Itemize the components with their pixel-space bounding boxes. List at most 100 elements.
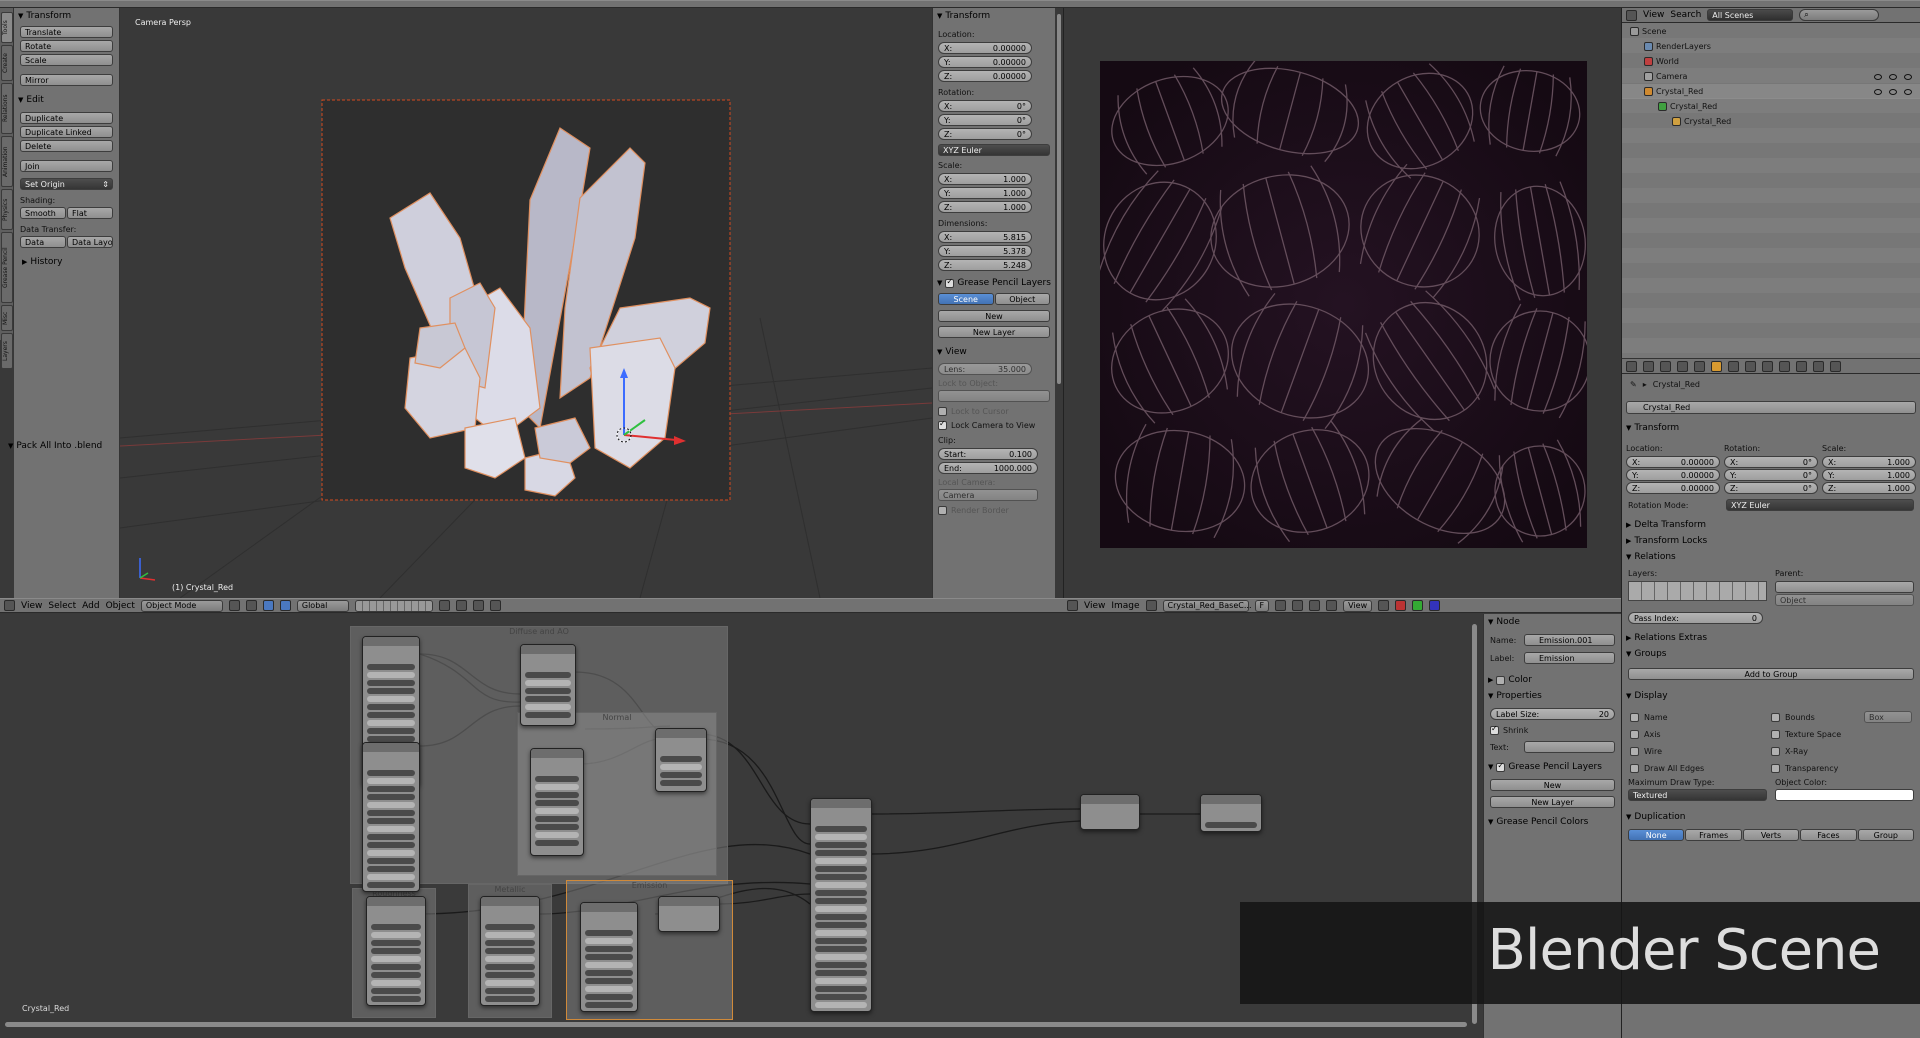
unlink-image-icon[interactable]: [1309, 600, 1321, 611]
prop-rotation-z[interactable]: Z: 0°: [1724, 482, 1818, 494]
roughness-image-texture-node[interactable]: [366, 896, 426, 1006]
image-view-dropdown[interactable]: View: [1343, 599, 1373, 612]
n-location-x[interactable]: X: 0.00000: [938, 42, 1032, 54]
image-browse-icon[interactable]: [1145, 600, 1157, 611]
render-border-checkbox[interactable]: [938, 506, 947, 515]
node-color-checkbox[interactable]: [1496, 675, 1506, 685]
outliner-type-icon[interactable]: [1626, 9, 1637, 21]
eye-icon[interactable]: [1874, 88, 1882, 95]
edit-section-header[interactable]: ▼ Edit: [14, 92, 119, 108]
duplicate-linked-button[interactable]: Duplicate Linked: [20, 126, 113, 138]
tool-tab-physics[interactable]: Physics: [1, 189, 13, 230]
n-dimension-z[interactable]: Z: 5.248: [938, 259, 1032, 271]
node-properties-header[interactable]: ▼ Properties: [1484, 688, 1621, 704]
node-gp-checkbox[interactable]: [1496, 762, 1506, 772]
n-camera-field[interactable]: Camera: [938, 489, 1038, 501]
lock-to-cursor-checkbox[interactable]: [938, 407, 947, 416]
layers-grid[interactable]: [354, 599, 433, 612]
rotate-button[interactable]: Rotate: [20, 40, 113, 52]
image-view-menu[interactable]: View: [1084, 601, 1105, 611]
n-scale-z[interactable]: Z: 1.000: [938, 201, 1032, 213]
display-axis-checkbox[interactable]: [1630, 729, 1639, 739]
mode-dropdown[interactable]: Object Mode: [140, 599, 223, 612]
relations-extras-header[interactable]: ▶ Relations Extras: [1622, 630, 1920, 646]
node-gp-colors-header[interactable]: ▼ Grease Pencil Colors: [1484, 814, 1621, 830]
pass-index-field[interactable]: Pass Index: 0: [1628, 612, 1763, 624]
cursor-icon[interactable]: [1889, 88, 1897, 95]
properties-type-icon[interactable]: [1626, 360, 1637, 372]
n-rotation-mode-dropdown[interactable]: XYZ Euler: [938, 144, 1050, 156]
parent-type-dropdown[interactable]: Object: [1775, 594, 1914, 606]
object-menu[interactable]: Object: [106, 601, 135, 611]
display-bounds-checkbox[interactable]: [1771, 712, 1780, 722]
image-editor[interactable]: [1063, 8, 1621, 598]
node-gp-layers-header[interactable]: ▼Grease Pencil Layers: [1484, 759, 1621, 775]
gp-new-button[interactable]: New: [938, 310, 1050, 322]
red-channel-icon[interactable]: [1395, 600, 1407, 611]
render-tab-icon[interactable]: [1643, 360, 1654, 372]
text-field[interactable]: [1524, 741, 1615, 753]
node-color-header[interactable]: ▶ Color: [1484, 672, 1621, 688]
world-tab-icon[interactable]: [1694, 360, 1705, 372]
prop-transform-header[interactable]: ▼ Transform: [1622, 420, 1920, 436]
orientation-dropdown[interactable]: Global: [296, 599, 349, 612]
green-channel-icon[interactable]: [1412, 600, 1424, 611]
outliner-item[interactable]: Scene: [1622, 24, 1920, 39]
pin-icon[interactable]: ✎: [1630, 380, 1637, 389]
emission-node[interactable]: [658, 896, 720, 932]
prop-rotation-x[interactable]: X: 0°: [1724, 456, 1818, 468]
add-menu[interactable]: Add: [82, 601, 99, 611]
gp-new-layer-button[interactable]: New Layer: [938, 326, 1050, 338]
pivot-icon[interactable]: [245, 600, 257, 611]
parent-field[interactable]: [1775, 581, 1914, 593]
tool-tab-create[interactable]: Create: [1, 45, 13, 81]
principled-bsdf-node[interactable]: [810, 798, 872, 1012]
mix-node[interactable]: [520, 644, 576, 726]
operator-panel-header[interactable]: ▼ Pack All Into .blend: [4, 438, 106, 454]
new-image-icon[interactable]: [1275, 600, 1287, 611]
prop-scale-x[interactable]: X: 1.000: [1822, 456, 1916, 468]
emission-image-texture-node[interactable]: [580, 902, 638, 1012]
tool-tab-layers[interactable]: Layers: [1, 333, 13, 369]
history-section-header[interactable]: ▶ History: [14, 254, 119, 270]
3d-viewport[interactable]: Camera Persp (1) Crystal_Red: [120, 8, 932, 598]
transform-section-header[interactable]: ▼ Transform: [14, 8, 119, 24]
node-gp-new-button[interactable]: New: [1490, 779, 1615, 791]
display-mode-dropdown[interactable]: All Scenes: [1707, 9, 1794, 21]
object-name-field[interactable]: Crystal_Red: [1626, 401, 1916, 414]
mirror-button[interactable]: Mirror: [20, 74, 113, 86]
max-draw-type-dropdown[interactable]: Textured: [1628, 789, 1767, 801]
delta-transform-header[interactable]: ▶ Delta Transform: [1622, 517, 1920, 533]
data-layout-button[interactable]: Data Layo: [67, 236, 113, 248]
node-editor-scrollbar-h[interactable]: [5, 1022, 1467, 1027]
render-icon[interactable]: [1904, 88, 1912, 95]
display-wire-checkbox[interactable]: [1630, 746, 1639, 756]
image-menu[interactable]: Image: [1111, 601, 1139, 611]
n-rotation-y[interactable]: Y: 0°: [938, 114, 1032, 126]
duplication-tab-faces[interactable]: Faces: [1800, 829, 1857, 841]
display-channels-icon[interactable]: [1378, 600, 1390, 611]
n-lens-field[interactable]: Lens: 35.000: [938, 363, 1032, 375]
n-grease-pencil-header[interactable]: ▼Grease Pencil Layers: [933, 275, 1055, 291]
outliner-item[interactable]: Crystal_Red: [1622, 99, 1920, 114]
object-tab-icon[interactable]: [1711, 360, 1722, 372]
outliner-search-menu[interactable]: Search: [1670, 10, 1701, 20]
open-image-icon[interactable]: [1292, 600, 1304, 611]
n-clip-end[interactable]: End: 1000.000: [938, 462, 1038, 474]
label-size-field[interactable]: Label Size: 20: [1490, 708, 1615, 720]
join-button[interactable]: Join: [20, 160, 113, 172]
cursor-icon[interactable]: [1889, 73, 1897, 80]
node-gp-new-layer-button[interactable]: New Layer: [1490, 796, 1615, 808]
n-dimension-y[interactable]: Y: 5.378: [938, 245, 1032, 257]
image-editor-type-icon[interactable]: [1067, 600, 1078, 611]
metallic-image-texture-node[interactable]: [480, 896, 540, 1006]
bounds-type-dropdown[interactable]: Box: [1864, 711, 1912, 723]
display-texture-space-checkbox[interactable]: [1771, 729, 1780, 739]
lock-layers-icon[interactable]: [438, 600, 450, 611]
translate-manipulator-icon[interactable]: [279, 600, 291, 611]
add-to-group-button[interactable]: Add to Group: [1628, 668, 1914, 680]
prop-scale-y[interactable]: Y: 1.000: [1822, 469, 1916, 481]
n-transform-header[interactable]: ▼ Transform: [933, 8, 1055, 24]
image-texture-node-2[interactable]: [362, 742, 420, 892]
n-panel-scrollbar[interactable]: [1057, 14, 1061, 384]
